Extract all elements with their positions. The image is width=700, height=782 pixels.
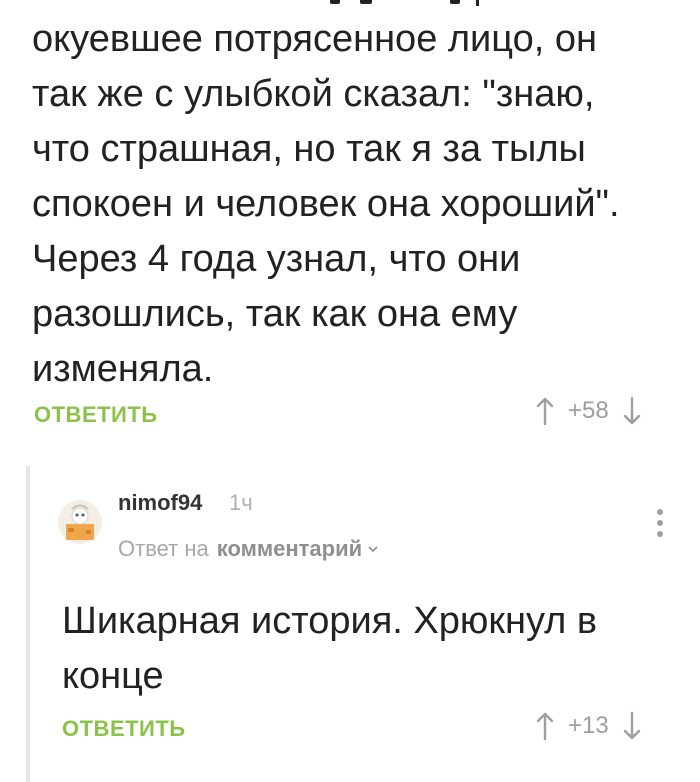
vote-count: +13 — [568, 712, 609, 739]
comment-line: разошлись, так как она ему — [32, 293, 518, 335]
comment-line: конце — [62, 655, 164, 697]
arrow-up-icon[interactable] — [536, 396, 554, 426]
more-options-icon[interactable] — [656, 508, 664, 538]
arrow-down-icon[interactable] — [623, 396, 641, 426]
reply-to-info[interactable]: Ответ на комментарий — [118, 536, 380, 562]
comment-line: так же с улыбкой сказал: "знаю, — [32, 73, 595, 115]
reply-button[interactable]: ОТВЕТИТЬ — [62, 716, 186, 742]
comment-line: Шикарная история. Хрюкнул в — [62, 600, 598, 642]
comment-body: Шикарная история. Хрюкнул в конце — [62, 594, 682, 704]
reply-button[interactable]: ОТВЕТИТЬ — [34, 402, 158, 428]
clipped-text-line — [330, 0, 479, 6]
reply-prefix: Ответ на — [118, 536, 209, 561]
reply-target-link[interactable]: комментарий — [217, 536, 362, 562]
vote-controls: +13 — [536, 711, 641, 741]
comment-time: 1ч — [229, 490, 253, 515]
vote-controls: +58 — [536, 396, 641, 426]
comment-line: изменяла. — [32, 348, 214, 390]
thread-line — [26, 466, 30, 782]
vote-count: +58 — [568, 397, 609, 424]
comment-line: спокоен и человек она хороший". — [32, 183, 620, 225]
username[interactable]: nimof94 — [118, 490, 202, 516]
chevron-down-icon — [368, 546, 378, 553]
comment-body: окуевшее потрясенное лицо, он так же с у… — [32, 12, 682, 397]
comment-line: что страшная, но так я за тылы — [32, 128, 586, 170]
arrow-up-icon[interactable] — [536, 711, 554, 741]
avatar-icon — [58, 500, 102, 544]
avatar[interactable] — [58, 500, 102, 544]
comment-line: окуевшее потрясенное лицо, он — [32, 18, 597, 60]
arrow-down-icon[interactable] — [623, 711, 641, 741]
comment-line: Через 4 года узнал, что они — [32, 238, 521, 280]
